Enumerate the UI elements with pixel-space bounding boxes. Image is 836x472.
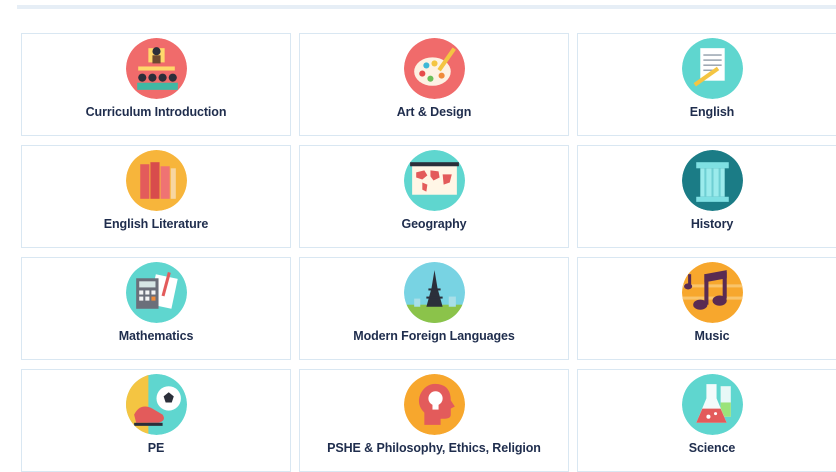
books-icon <box>125 150 187 211</box>
football-boot-icon <box>125 374 187 435</box>
subject-card-music[interactable]: Music <box>577 257 836 360</box>
subject-label: English <box>689 105 735 119</box>
subject-card-geography[interactable]: Geography <box>299 145 569 248</box>
top-divider <box>17 5 836 9</box>
subject-label: Curriculum Introduction <box>85 105 227 119</box>
subject-card-english[interactable]: English <box>577 33 836 136</box>
head-lightbulb-icon <box>403 374 465 435</box>
calculator-icon <box>125 262 187 323</box>
subject-label: Art & Design <box>396 105 472 119</box>
subject-card-pshe-philosophy-ethics-religion[interactable]: PSHE & Philosophy, Ethics, Religion <box>299 369 569 472</box>
subject-label: PE <box>147 441 165 455</box>
subject-label: Music <box>694 329 730 343</box>
subject-card-history[interactable]: History <box>577 145 836 248</box>
subject-card-curriculum-introduction[interactable]: Curriculum Introduction <box>21 33 291 136</box>
subject-label: Science <box>688 441 736 455</box>
subject-grid: Curriculum Introduction Art & Design Eng… <box>21 33 836 472</box>
world-map-icon <box>403 150 465 211</box>
column-icon <box>681 150 743 211</box>
subject-label: History <box>690 217 734 231</box>
subject-card-english-literature[interactable]: English Literature <box>21 145 291 248</box>
subject-card-science[interactable]: Science <box>577 369 836 472</box>
subject-label: Geography <box>401 217 467 231</box>
subject-label: Modern Foreign Languages <box>353 329 515 343</box>
subject-card-mathematics[interactable]: Mathematics <box>21 257 291 360</box>
subject-card-art-design[interactable]: Art & Design <box>299 33 569 136</box>
paint-palette-icon <box>403 38 465 99</box>
subject-card-modern-foreign-languages[interactable]: Modern Foreign Languages <box>299 257 569 360</box>
subject-label: English Literature <box>103 217 209 231</box>
subject-label: PSHE & Philosophy, Ethics, Religion <box>327 441 541 455</box>
paper-pencil-icon <box>681 38 743 99</box>
music-notes-icon <box>681 262 743 323</box>
subject-label: Mathematics <box>118 329 194 343</box>
eiffel-tower-icon <box>403 262 465 323</box>
flask-icon <box>681 374 743 435</box>
subject-card-pe[interactable]: PE <box>21 369 291 472</box>
classroom-teacher-icon <box>125 38 187 99</box>
